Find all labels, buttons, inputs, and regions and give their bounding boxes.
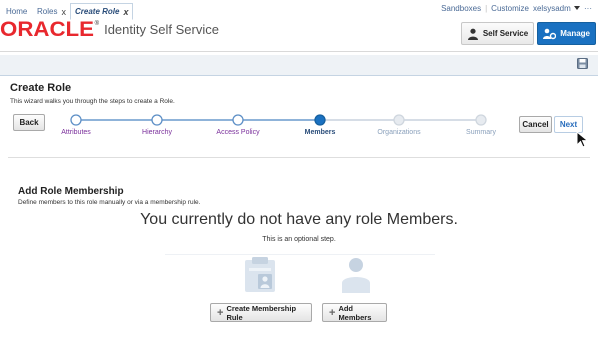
oracle-logo-text: ORACLE bbox=[0, 18, 94, 41]
person-icon bbox=[467, 28, 478, 40]
train-label-summary: Summary bbox=[466, 129, 496, 136]
link-separator: | bbox=[485, 4, 488, 13]
membership-description: Define members to this role manually or … bbox=[18, 199, 201, 206]
create-membership-rule-label: Create Membership Rule bbox=[226, 303, 297, 322]
sandboxes-link[interactable]: Sandboxes bbox=[441, 4, 481, 13]
train-label-access-policy[interactable]: Access Policy bbox=[216, 129, 259, 136]
page-title: Create Role bbox=[10, 82, 72, 94]
train-stop-access-policy[interactable] bbox=[232, 114, 244, 126]
header-buttons: Self Service Manage bbox=[460, 22, 596, 45]
app-title: Identity Self Service bbox=[104, 22, 219, 37]
close-icon[interactable]: x bbox=[123, 7, 128, 17]
section-divider bbox=[8, 157, 590, 158]
member-icon bbox=[342, 258, 370, 293]
tab-roles-label: Roles bbox=[37, 7, 58, 16]
train-stop-hierarchy[interactable] bbox=[151, 114, 163, 126]
empty-state-message: You currently do not have any role Membe… bbox=[140, 211, 458, 228]
tab-create-role[interactable]: Create Role x bbox=[70, 3, 134, 20]
train-label-members: Members bbox=[304, 129, 336, 136]
create-membership-rule-button[interactable]: + Create Membership Rule bbox=[210, 303, 312, 322]
self-service-button[interactable]: Self Service bbox=[460, 22, 535, 45]
manage-label: Manage bbox=[560, 29, 590, 38]
page-description: This wizard walks you through the steps … bbox=[10, 98, 175, 105]
plus-icon: + bbox=[217, 306, 224, 319]
more-options-icon[interactable]: ··· bbox=[584, 4, 592, 13]
global-links: Sandboxes | Customize xelsysadm ··· bbox=[441, 4, 592, 13]
optional-step-message: This is an optional step. bbox=[262, 236, 336, 243]
oracle-logo: ORACLE ® Identity Self Service bbox=[0, 19, 219, 41]
plus-icon: + bbox=[329, 306, 336, 319]
membership-rule-icon bbox=[245, 257, 275, 292]
add-members-button[interactable]: + Add Members bbox=[322, 303, 387, 322]
train-label-attributes[interactable]: Attributes bbox=[61, 129, 91, 136]
tab-create-role-label: Create Role bbox=[75, 7, 120, 16]
save-icon[interactable] bbox=[577, 58, 588, 69]
user-name: xelsysadm bbox=[532, 4, 571, 13]
cancel-button[interactable]: Cancel bbox=[519, 116, 552, 133]
mouse-pointer-icon bbox=[576, 131, 589, 148]
train-stop-attributes[interactable] bbox=[70, 114, 82, 126]
icon-backdrop-line bbox=[165, 254, 435, 255]
manage-icon bbox=[543, 28, 557, 39]
membership-title: Add Role Membership bbox=[18, 186, 124, 197]
train-label-hierarchy[interactable]: Hierarchy bbox=[142, 129, 172, 136]
wizard-train bbox=[70, 114, 487, 126]
self-service-label: Self Service bbox=[482, 29, 529, 38]
tab-roles[interactable]: Roles x bbox=[33, 3, 70, 20]
user-menu[interactable]: xelsysadm bbox=[533, 4, 580, 13]
chevron-down-icon bbox=[574, 6, 580, 10]
train-stop-members bbox=[314, 114, 326, 126]
manage-button[interactable]: Manage bbox=[537, 22, 596, 45]
close-icon[interactable]: x bbox=[61, 7, 66, 17]
registered-mark: ® bbox=[94, 21, 100, 27]
header-divider bbox=[0, 51, 598, 52]
add-members-label: Add Members bbox=[338, 303, 372, 322]
train-stop-summary bbox=[475, 114, 487, 126]
tab-home-label: Home bbox=[6, 7, 28, 16]
train-label-organizations: Organizations bbox=[377, 129, 421, 136]
tab-home[interactable]: Home bbox=[2, 3, 31, 20]
tab-strip bbox=[0, 55, 598, 76]
customize-link[interactable]: Customize bbox=[491, 4, 529, 13]
train-stop-organizations bbox=[393, 114, 405, 126]
